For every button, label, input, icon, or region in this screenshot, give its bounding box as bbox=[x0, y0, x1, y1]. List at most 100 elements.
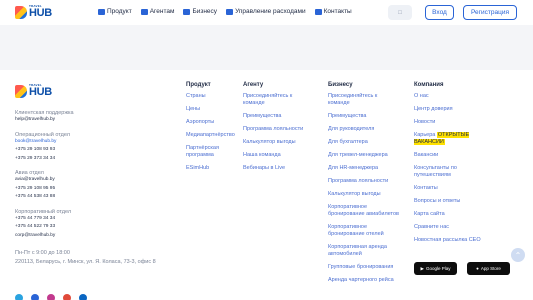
logo-big-text: HUB bbox=[29, 86, 52, 98]
col-business: Бизнесу Присоединяйтесь к команде Преиму… bbox=[328, 82, 400, 290]
footer-link[interactable]: Для бухгалтера bbox=[328, 139, 400, 146]
footer-link[interactable]: Калькулятор выгоды bbox=[328, 191, 400, 198]
corp-phone[interactable]: +375 44 522 79 33 bbox=[15, 223, 175, 232]
ops-phone[interactable]: +375 29 373 34 34 bbox=[15, 155, 175, 164]
footer-link[interactable]: Контакты bbox=[414, 185, 492, 192]
google-play-button[interactable]: ▶ Google Play bbox=[414, 262, 457, 275]
col-title: Продукт bbox=[186, 82, 211, 88]
mail-icon bbox=[314, 8, 322, 15]
google-play-icon: ▶ bbox=[420, 265, 424, 271]
working-hours: Пн-Пт с 9:00 до 18:00 bbox=[15, 250, 70, 256]
footer-link[interactable]: Для HR-менеджера bbox=[328, 165, 400, 172]
footer-link[interactable]: О нас bbox=[414, 93, 492, 100]
cart-icon: □ bbox=[398, 9, 402, 16]
footer-link[interactable]: ESimHub bbox=[186, 165, 238, 172]
footer-link[interactable]: Калькулятор выгоды bbox=[243, 139, 315, 146]
footer-link[interactable]: Программа лояльности bbox=[243, 126, 315, 133]
footer-link[interactable]: Корпоративное бронирование авиабилетов bbox=[328, 204, 400, 218]
address: 220113, Беларусь, г. Минск, ул. Я. Колас… bbox=[15, 258, 156, 265]
content-band bbox=[0, 25, 533, 70]
col-product: Продукт Страны Цены Аэропорты Медиапартн… bbox=[186, 82, 238, 178]
footer-link[interactable]: Партнёрская программа bbox=[186, 145, 238, 159]
footer-link[interactable]: Медиапартнёрство bbox=[186, 132, 238, 139]
footer-link[interactable]: Центр доверия bbox=[414, 106, 492, 113]
footer-link[interactable]: Программа лояльности bbox=[328, 178, 400, 185]
facebook-icon[interactable] bbox=[31, 294, 39, 300]
main-nav: Продукт Агентам Бизнесу Управление расхо… bbox=[98, 8, 352, 15]
footer-link[interactable]: Корпоративная аренда автомобилей bbox=[328, 244, 400, 258]
logo-big-text: HUB bbox=[29, 7, 52, 19]
footer-link[interactable]: Вакансии bbox=[414, 152, 492, 159]
apple-icon: ● bbox=[476, 266, 479, 271]
footer-link[interactable]: Наша команда bbox=[243, 152, 315, 159]
corp-email[interactable]: corp@travelhub.by bbox=[15, 232, 175, 241]
corp-phone[interactable]: +375 44 779 34 34 bbox=[15, 215, 175, 224]
footer-link[interactable]: Новости bbox=[414, 119, 492, 126]
expenses-icon bbox=[226, 8, 234, 15]
career-label: Карьера bbox=[414, 132, 436, 138]
header-logo[interactable]: TRAVEL HUB bbox=[15, 5, 52, 19]
footer-link[interactable]: Сравните нас bbox=[414, 224, 492, 231]
col-title: Агенту bbox=[243, 82, 264, 88]
social-links bbox=[15, 294, 87, 300]
col-title: Компания bbox=[414, 82, 444, 88]
logo-mark-icon bbox=[15, 84, 27, 98]
footer-link[interactable]: Цены bbox=[186, 106, 238, 113]
app-store-button[interactable]: ● App Store bbox=[467, 262, 510, 275]
avia-phone[interactable]: +375 44 538 43 88 bbox=[15, 193, 175, 202]
youtube-icon[interactable] bbox=[63, 294, 71, 300]
business-icon bbox=[183, 8, 191, 15]
telegram-icon[interactable] bbox=[15, 294, 23, 300]
footer-link[interactable]: Корпоративное бронирование отелей bbox=[328, 224, 400, 238]
scroll-top-button[interactable]: ⌃ bbox=[511, 248, 525, 262]
chevron-up-icon: ⌃ bbox=[514, 250, 522, 260]
col-company: Компания О нас Центр доверия Новости Кар… bbox=[414, 82, 492, 250]
nav-label: Контакты bbox=[323, 8, 352, 15]
footer-link[interactable]: Страны bbox=[186, 93, 238, 100]
footer-contacts: Клиентская поддержка help@travelhub.by О… bbox=[15, 110, 175, 266]
footer-link-career[interactable]: Карьера ОТКРЫТЫЕ ВАКАНСИИ bbox=[414, 132, 492, 146]
nav-business[interactable]: Бизнесу bbox=[183, 8, 217, 15]
nav-label: Продукт bbox=[107, 8, 132, 15]
nav-label: Агентам bbox=[149, 8, 175, 15]
nav-agents[interactable]: Агентам bbox=[140, 8, 175, 15]
store-label: Google Play bbox=[425, 266, 451, 271]
agents-icon bbox=[140, 8, 148, 15]
footer-link[interactable]: Аэропорты bbox=[186, 119, 238, 126]
linkedin-icon[interactable] bbox=[79, 294, 87, 300]
col-title: Бизнесу bbox=[328, 82, 353, 88]
footer-link[interactable]: Вебинары в Live bbox=[243, 165, 315, 172]
cart-button[interactable]: □ bbox=[388, 5, 412, 20]
ops-phone[interactable]: +375 29 108 93 93 bbox=[15, 146, 175, 155]
col-agents: Агенту Присоединяйтесь к команде Преимущ… bbox=[243, 82, 315, 178]
ops-email[interactable]: book@travelhub.by bbox=[15, 138, 175, 147]
footer-link[interactable]: Для тревел-менеджера bbox=[328, 152, 400, 159]
footer-link[interactable]: Групповые бронирования bbox=[328, 264, 400, 271]
top-header: TRAVEL HUB Продукт Агентам Бизнесу Управ… bbox=[0, 0, 533, 25]
support-email[interactable]: help@travelhub.by bbox=[15, 116, 175, 125]
register-button[interactable]: Регистрация bbox=[463, 5, 517, 20]
nav-label: Управление расходами bbox=[235, 8, 306, 15]
login-button[interactable]: Вход bbox=[425, 5, 454, 20]
footer-link[interactable]: Консультанты по путешествиям bbox=[414, 165, 492, 179]
footer-link[interactable]: Новостная рассылка CEO bbox=[414, 237, 492, 244]
instagram-icon[interactable] bbox=[47, 294, 55, 300]
footer-link[interactable]: Для руководителя bbox=[328, 126, 400, 133]
nav-expenses[interactable]: Управление расходами bbox=[226, 8, 306, 15]
footer-link[interactable]: Вопросы и ответы bbox=[414, 198, 492, 205]
nav-product[interactable]: Продукт bbox=[98, 8, 132, 15]
avia-email[interactable]: avia@travelhub.by bbox=[15, 176, 175, 185]
footer-link[interactable]: Карта сайта bbox=[414, 211, 492, 218]
footer-link[interactable]: Присоединяйтесь к команде bbox=[328, 93, 400, 107]
nav-label: Бизнесу bbox=[192, 8, 218, 15]
avia-phone[interactable]: +375 29 108 95 95 bbox=[15, 185, 175, 194]
footer-link[interactable]: Преимущества bbox=[243, 113, 315, 120]
footer-logo[interactable]: TRAVEL HUB bbox=[15, 84, 52, 98]
footer-link[interactable]: Преимущества bbox=[328, 113, 400, 120]
footer-link[interactable]: Присоединяйтесь к команде bbox=[243, 93, 315, 107]
product-icon bbox=[98, 8, 105, 15]
store-label: App Store bbox=[480, 266, 501, 271]
logo-mark-icon bbox=[15, 5, 27, 19]
footer-link[interactable]: Аренда чартерного рейса bbox=[328, 277, 400, 284]
nav-contacts[interactable]: Контакты bbox=[314, 8, 352, 15]
